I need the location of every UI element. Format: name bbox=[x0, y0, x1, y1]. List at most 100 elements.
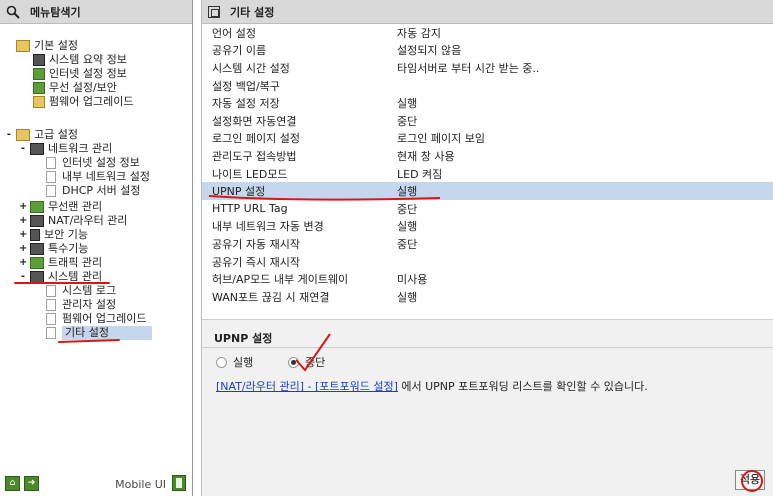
wireless-icon bbox=[30, 201, 44, 213]
settings-row-value: 실행 bbox=[397, 290, 418, 304]
tree-traffic-management[interactable]: + 트래픽 관리 bbox=[19, 256, 102, 270]
settings-row[interactable]: UPNP 설정 실행 bbox=[202, 182, 773, 200]
expand-toggle[interactable]: + bbox=[19, 256, 27, 270]
settings-row-key: 나이트 LED모드 bbox=[212, 167, 288, 181]
settings-row-value: 중단 bbox=[397, 237, 418, 251]
tree-network-management[interactable]: - 네트워크 관리 bbox=[19, 142, 112, 156]
settings-row-value: 로그인 페이지 보임 bbox=[397, 132, 485, 146]
page-icon bbox=[46, 185, 56, 197]
settings-row[interactable]: 설정화면 자동연결 중단 bbox=[202, 112, 773, 130]
expand-toggle[interactable]: + bbox=[19, 200, 27, 214]
settings-row[interactable]: 공유기 자동 재시작 중단 bbox=[202, 235, 773, 253]
settings-row[interactable]: 공유기 즉시 재시작 bbox=[202, 253, 773, 271]
network-icon bbox=[30, 143, 44, 155]
folder-gear-icon bbox=[16, 40, 30, 52]
settings-row[interactable]: 설정 백업/복구 bbox=[202, 77, 773, 95]
apply-button[interactable]: 적용 bbox=[735, 470, 765, 490]
page-icon bbox=[46, 285, 56, 297]
menu-explorer-header: 메뉴탐색기 bbox=[0, 0, 192, 24]
settings-row-key: 자동 설정 저장 bbox=[212, 97, 280, 111]
expand-toggle[interactable]: + bbox=[19, 228, 27, 242]
page-icon bbox=[46, 171, 56, 183]
upnp-option-enable[interactable]: 실행 bbox=[216, 354, 253, 370]
tree-wireless-management[interactable]: + 무선랜 관리 bbox=[19, 200, 102, 214]
settings-row[interactable]: 관리도구 접속방법 현재 창 사용 bbox=[202, 147, 773, 165]
tree-item-wireless-security[interactable]: 무선 설정/보안 bbox=[33, 81, 117, 95]
settings-row[interactable]: 내부 네트워크 자동 변경 실행 bbox=[202, 218, 773, 236]
settings-row[interactable]: 공유기 이름 설정되지 않음 bbox=[202, 42, 773, 60]
settings-row[interactable]: HTTP URL Tag 중단 bbox=[202, 200, 773, 218]
tree-advanced-settings[interactable]: - 고급 설정 bbox=[5, 128, 78, 142]
radio-disable[interactable] bbox=[288, 356, 299, 368]
traffic-icon bbox=[30, 257, 44, 269]
upnp-option-disable[interactable]: 중단 bbox=[288, 354, 325, 370]
divider bbox=[202, 347, 773, 348]
settings-row[interactable]: WAN포트 끊김 시 재연결 실행 bbox=[202, 288, 773, 306]
tree-item-firmware-upgrade[interactable]: 펌웨어 업그레이드 bbox=[46, 312, 146, 326]
expand-toggle[interactable]: + bbox=[19, 242, 27, 256]
settings-row-value: 미사용 bbox=[397, 273, 428, 287]
router-icon bbox=[30, 215, 44, 227]
settings-panel: 기타 설정 언어 설정 자동 감지공유기 이름 설정되지 않음시스템 시간 설정 타임… bbox=[201, 0, 773, 496]
upgrade-icon bbox=[33, 96, 45, 108]
expand-toggle[interactable]: + bbox=[19, 214, 27, 228]
settings-row-key: 허브/AP모드 내부 게이트웨이 bbox=[212, 273, 349, 287]
settings-row-key: 언어 설정 bbox=[212, 26, 256, 40]
tree-basic-settings[interactable]: 기본 설정 bbox=[16, 39, 78, 53]
settings-row-value: 타임서버로 부터 시간 받는 중.. bbox=[397, 61, 540, 75]
settings-row-value: 자동 감지 bbox=[397, 26, 441, 40]
settings-row-key: 공유기 이름 bbox=[212, 44, 267, 58]
tree-item-internet-info[interactable]: 인터넷 설정 정보 bbox=[33, 67, 127, 81]
tree-item-lan-settings[interactable]: 내부 네트워크 설정 bbox=[46, 170, 150, 184]
settings-row[interactable]: 나이트 LED모드 LED 켜짐 bbox=[202, 165, 773, 183]
bar-chart-icon bbox=[33, 54, 45, 66]
settings-row-value: LED 켜짐 bbox=[397, 167, 443, 181]
tree-item-other-settings[interactable]: 기타 설정 bbox=[46, 326, 152, 340]
menu-explorer-panel: 메뉴탐색기 기본 설정 시스템 요약 정보 인터넷 설정 정보 무선 설정/보안… bbox=[0, 0, 193, 496]
settings-row[interactable]: 로그인 페이지 설정 로그인 페이지 보임 bbox=[202, 130, 773, 148]
lock-icon bbox=[30, 229, 40, 241]
tree-security[interactable]: + 보안 기능 bbox=[19, 228, 88, 242]
settings-row-value: 중단 bbox=[397, 114, 418, 128]
home-icon[interactable]: ⌂ bbox=[5, 475, 20, 491]
settings-row-key: UPNP 설정 bbox=[212, 185, 266, 199]
settings-row-key: 로그인 페이지 설정 bbox=[212, 132, 300, 146]
settings-list: 언어 설정 자동 감지공유기 이름 설정되지 않음시스템 시간 설정 타임서버로 부터… bbox=[202, 24, 773, 306]
settings-row[interactable]: 언어 설정 자동 감지 bbox=[202, 24, 773, 42]
tree-item-firmware-basic[interactable]: 펌웨어 업그레이드 bbox=[33, 95, 133, 109]
detail-title: UPNP 설정 bbox=[214, 332, 273, 345]
settings-row-key: 관리도구 접속방법 bbox=[212, 149, 297, 163]
settings-row-value: 설정되지 않음 bbox=[397, 44, 462, 58]
tree-special-features[interactable]: + 특수기능 bbox=[19, 242, 88, 256]
tree-item-system-summary[interactable]: 시스템 요약 정보 bbox=[33, 53, 127, 67]
radio-enable[interactable] bbox=[216, 356, 227, 368]
port-forward-link[interactable]: [NAT/라우터 관리] - [포트포워드 설정] bbox=[216, 380, 398, 393]
tree-item-internet-settings[interactable]: 인터넷 설정 정보 bbox=[46, 156, 140, 170]
collapse-toggle[interactable]: - bbox=[19, 142, 27, 156]
settings-row-key: 시스템 시간 설정 bbox=[212, 61, 290, 75]
settings-row[interactable]: 허브/AP모드 내부 게이트웨이 미사용 bbox=[202, 270, 773, 288]
search-icon bbox=[6, 5, 20, 19]
mobile-phone-icon[interactable] bbox=[172, 475, 186, 491]
settings-row-key: WAN포트 끊김 시 재연결 bbox=[212, 290, 330, 304]
settings-row-value: 실행 bbox=[397, 220, 418, 234]
tree-nat-router-management[interactable]: + NAT/라우터 관리 bbox=[19, 214, 127, 228]
settings-row-key: 공유기 즉시 재시작 bbox=[212, 255, 300, 269]
mobile-ui-label[interactable]: Mobile UI bbox=[115, 478, 166, 491]
settings-row-key: 공유기 자동 재시작 bbox=[212, 237, 300, 251]
logout-icon[interactable]: ➜ bbox=[24, 475, 39, 491]
tree-item-system-log[interactable]: 시스템 로그 bbox=[46, 284, 116, 298]
page-title: 기타 설정 bbox=[230, 5, 275, 19]
settings-row[interactable]: 시스템 시간 설정 타임서버로 부터 시간 받는 중.. bbox=[202, 59, 773, 77]
menu-explorer-title: 메뉴탐색기 bbox=[30, 5, 81, 19]
tree-item-admin-settings[interactable]: 관리자 설정 bbox=[46, 298, 116, 312]
page-icon bbox=[46, 157, 56, 169]
settings-row-key: HTTP URL Tag bbox=[212, 202, 288, 216]
settings-row[interactable]: 자동 설정 저장 실행 bbox=[202, 94, 773, 112]
tree-item-dhcp-settings[interactable]: DHCP 서버 설정 bbox=[46, 184, 141, 198]
settings-header: 기타 설정 bbox=[202, 0, 773, 24]
upnp-detail-section: UPNP 설정 실행 중단 [NAT/라우터 관리] - [포트포워드 설정] … bbox=[202, 319, 773, 496]
collapse-toggle[interactable]: - bbox=[5, 128, 13, 142]
settings-row-value: 실행 bbox=[397, 97, 418, 111]
folder-gear-icon bbox=[16, 129, 30, 141]
